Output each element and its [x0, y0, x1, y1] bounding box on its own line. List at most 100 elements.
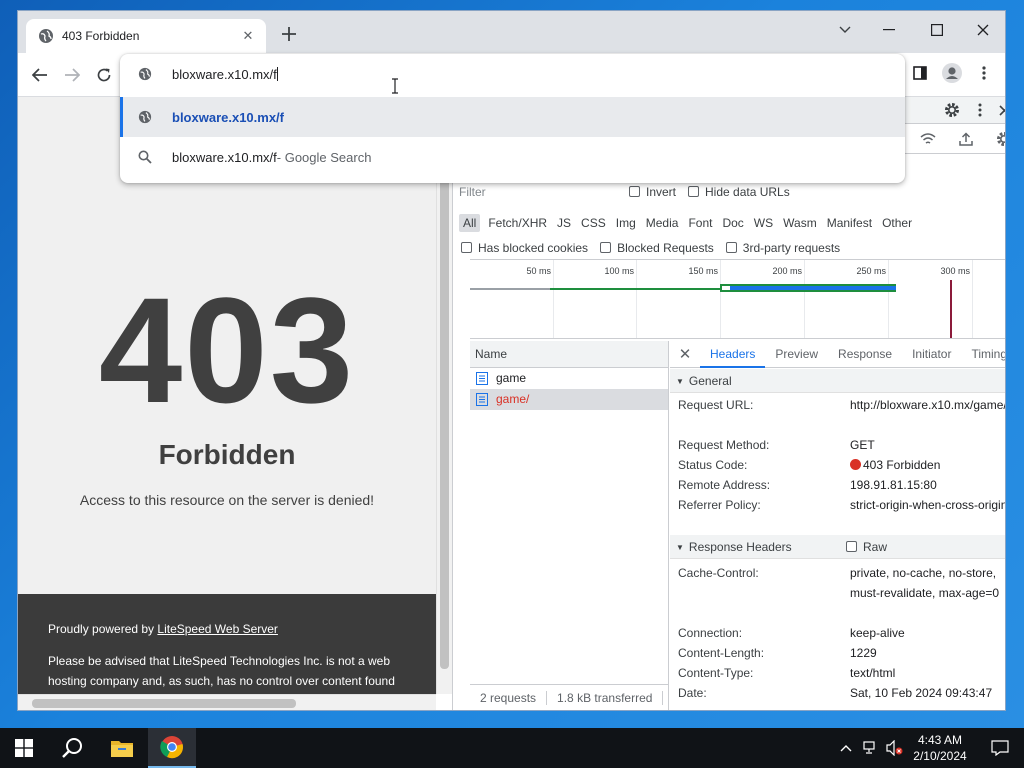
header-key: Request Method: [678, 438, 770, 452]
type-filter-img[interactable]: Img [616, 216, 636, 230]
blocked-requests-check-box[interactable] [600, 242, 612, 253]
type-filter-other[interactable]: Other [882, 216, 912, 230]
chrome-taskbar-icon[interactable] [148, 728, 196, 768]
tab-close-icon[interactable]: ✕ [240, 28, 256, 44]
hide-data-urls-check-box[interactable] [688, 186, 700, 197]
type-filter-font[interactable]: Font [688, 216, 712, 230]
tab-preview[interactable]: Preview [765, 341, 828, 368]
type-filter-wasm[interactable]: Wasm [783, 216, 817, 230]
timeline-tick: 50 ms [526, 260, 554, 338]
request-list: Name game game/ 2 requests 1.8 kB transf… [470, 341, 669, 710]
start-windows-icon[interactable] [0, 728, 48, 768]
address-input[interactable]: bloxware.x10.mx/f [172, 66, 278, 82]
transferred-size: 1.8 kB transferred [547, 691, 664, 705]
third-party-check-box[interactable] [725, 242, 737, 253]
address-bar[interactable]: bloxware.x10.mx/f [120, 54, 905, 94]
new-tab-icon[interactable] [280, 25, 298, 43]
devtools-close-icon[interactable] [995, 101, 1005, 119]
blocked-cookies-checkbox[interactable]: Has blocked cookies [461, 241, 588, 255]
page-hscroll-thumb[interactable] [32, 699, 296, 708]
tray-chevron-up-icon[interactable] [834, 728, 858, 768]
raw-label: Raw [863, 540, 888, 554]
type-filter-media[interactable]: Media [646, 216, 679, 230]
suggestion-search[interactable]: bloxware.x10.mx/f - Google Search [120, 137, 905, 177]
name-column-header[interactable]: Name [470, 341, 668, 368]
tab-search-icon[interactable] [830, 16, 860, 44]
header-key: Connection: [678, 626, 743, 640]
network-conditions-icon[interactable] [919, 130, 937, 148]
globe-icon [39, 29, 53, 43]
filter-input[interactable]: Filter [459, 185, 629, 199]
network-tray-icon[interactable] [860, 728, 882, 768]
response-headers-title: Response Headers [688, 540, 792, 554]
menu-kebab-icon[interactable] [974, 63, 994, 83]
close-window-icon[interactable] [968, 16, 998, 44]
search-icon [138, 150, 152, 164]
taskbar-search-icon[interactable] [48, 728, 96, 768]
notifications-icon[interactable] [976, 728, 1024, 768]
timeline-tick-label: 300 ms [940, 266, 970, 276]
response-headers-section-header[interactable]: ▼ Response Headers Raw [670, 535, 1005, 559]
type-filter-css[interactable]: CSS [581, 216, 606, 230]
type-filter-fetch-xhr[interactable]: Fetch/XHR [488, 216, 547, 230]
maximize-icon[interactable] [922, 16, 952, 44]
volume-muted-icon[interactable] [884, 728, 906, 768]
globe-icon [138, 110, 152, 124]
file-explorer-icon[interactable] [98, 728, 146, 768]
hide-data-urls-checkbox[interactable]: Hide data URLs [688, 185, 790, 199]
suggestion-url[interactable]: bloxware.x10.mx/f [120, 97, 905, 137]
header-value: http://bloxware.x10.mx/game/ [850, 398, 1006, 412]
litespeed-link[interactable]: LiteSpeed Web Server [157, 622, 278, 636]
text-caret [276, 66, 278, 81]
raw-check-box[interactable] [846, 541, 857, 552]
third-party-checkbox[interactable]: 3rd-party requests [725, 241, 840, 255]
error-message: Access to this resource on the server is… [79, 492, 375, 508]
browser-tab[interactable]: 403 Forbidden ✕ [26, 19, 266, 53]
network-settings-icon[interactable] [995, 130, 1005, 148]
error-code: 403 [98, 266, 356, 434]
back-icon[interactable] [28, 63, 52, 87]
export-har-icon[interactable] [957, 130, 975, 148]
request-row[interactable]: game [470, 368, 668, 389]
type-filter-all[interactable]: All [459, 214, 481, 232]
blocked-cookies-label: Has blocked cookies [478, 241, 589, 255]
type-filter-ws[interactable]: WS [754, 216, 773, 230]
tab-headers[interactable]: Headers [700, 341, 766, 368]
globe-icon [138, 67, 152, 81]
blocked-requests-checkbox[interactable]: Blocked Requests [600, 241, 714, 255]
timeline-tick: 250 ms [856, 260, 889, 338]
raw-checkbox[interactable]: Raw [846, 535, 887, 559]
request-row-selected[interactable]: game/ [470, 389, 668, 410]
type-filter-doc[interactable]: Doc [722, 216, 743, 230]
system-clock[interactable]: 4:43 AM 2/10/2024 [908, 732, 972, 764]
settings-gear-icon[interactable] [943, 101, 961, 119]
forward-icon[interactable] [60, 63, 84, 87]
profile-avatar-icon[interactable] [942, 63, 962, 83]
timeline-tick: 200 ms [772, 260, 805, 338]
tab-response[interactable]: Response [828, 341, 902, 368]
header-value: strict-origin-when-cross-origin [850, 498, 1006, 512]
status-error-dot-icon [850, 459, 861, 470]
tab-timing[interactable]: Timing [961, 341, 1005, 368]
suggestion-text: bloxware.x10.mx/f [172, 109, 284, 125]
request-details: ✕ Headers Preview Response Initiator Tim… [670, 341, 1006, 710]
side-panel-icon[interactable] [910, 63, 930, 83]
type-filter-js[interactable]: JS [557, 216, 571, 230]
invert-check-box[interactable] [629, 186, 640, 197]
devtools-menu-icon[interactable] [971, 101, 989, 119]
reload-icon[interactable] [92, 63, 116, 87]
powered-by-prefix: Proudly powered by [48, 622, 158, 636]
minimize-icon[interactable] [874, 16, 904, 44]
general-section-header[interactable]: ▼ General [670, 369, 1005, 393]
blocked-cookies-check-box[interactable] [461, 242, 472, 253]
network-overview-timeline[interactable]: 50 ms 100 ms 150 ms 200 ms 250 ms 300 ms [470, 259, 1005, 339]
invert-checkbox[interactable]: Invert [629, 185, 676, 199]
page-vertical-scrollbar[interactable] [436, 97, 452, 694]
address-value: bloxware.x10.mx/f [172, 66, 277, 82]
type-filter-manifest[interactable]: Manifest [827, 216, 872, 230]
tab-initiator[interactable]: Initiator [902, 341, 961, 368]
close-details-icon[interactable]: ✕ [670, 345, 700, 363]
page-scroll-thumb[interactable] [440, 103, 449, 669]
page-horizontal-scrollbar[interactable] [18, 694, 436, 710]
powered-by-line: Proudly powered by LiteSpeed Web Server [48, 619, 406, 639]
